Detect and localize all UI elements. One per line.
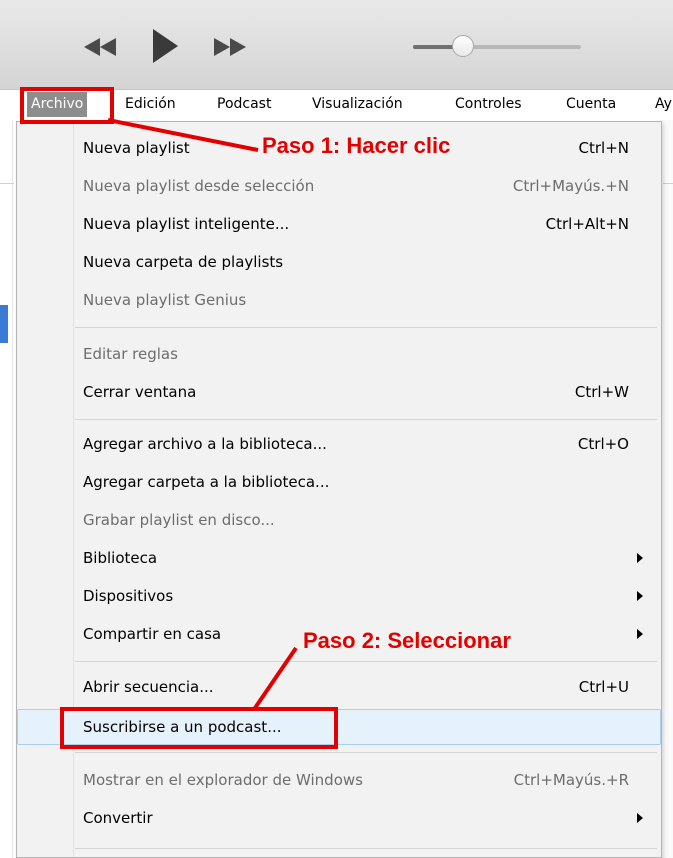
annotation-step1-label: Paso 1: Hacer clic — [262, 133, 451, 158]
menu-item-abrir-secuencia[interactable]: Abrir secuencia... Ctrl+U — [17, 669, 661, 705]
menu-item-dispositivos[interactable]: Dispositivos — [17, 578, 661, 614]
menu-item-label: Agregar carpeta a la biblioteca... — [83, 473, 330, 491]
menu-item-label: Nueva carpeta de playlists — [83, 253, 284, 271]
menu-cuenta[interactable]: Cuenta — [562, 92, 620, 117]
menu-item-label: Grabar playlist en disco... — [83, 511, 275, 529]
menu-podcast[interactable]: Podcast — [213, 92, 275, 117]
menu-separator — [75, 848, 657, 849]
menu-item-label: Nueva playlist — [83, 139, 190, 157]
menu-item-convertir[interactable]: Convertir — [17, 800, 661, 836]
menu-item-label: Mostrar en el explorador de Windows — [83, 771, 363, 789]
menu-item-label: Cerrar ventana — [83, 383, 197, 401]
volume-slider-fill — [413, 45, 455, 49]
menu-item-nueva-playlist-inteligente[interactable]: Nueva playlist inteligente... Ctrl+Alt+N — [17, 206, 661, 242]
sidebar-selection-edge — [0, 305, 8, 343]
sidebar-edge — [0, 120, 13, 858]
fast-forward-icon[interactable] — [210, 36, 250, 58]
rewind-icon[interactable] — [80, 36, 120, 58]
menu-item-shortcut: Ctrl+Mayús.+N — [512, 177, 629, 195]
annotation-box-archivo — [20, 87, 114, 124]
menu-item-label: Convertir — [83, 809, 153, 827]
menu-item-editar-reglas: Editar reglas — [17, 336, 661, 372]
menu-item-label: Nueva playlist desde selección — [83, 177, 315, 195]
menu-item-biblioteca[interactable]: Biblioteca — [17, 540, 661, 576]
menu-item-grabar-playlist: Grabar playlist en disco... — [17, 502, 661, 538]
menu-item-shortcut: Ctrl+W — [574, 383, 629, 401]
menu-item-label: Nueva playlist Genius — [83, 291, 247, 309]
menu-item-label: Nueva playlist inteligente... — [83, 215, 290, 233]
annotation-box-suscribirse — [60, 707, 338, 749]
player-toolbar — [0, 0, 673, 90]
submenu-arrow-icon — [637, 553, 643, 563]
menu-item-shortcut: Ctrl+U — [578, 678, 629, 696]
menu-item-nueva-playlist-genius: Nueva playlist Genius — [17, 282, 661, 318]
menu-visualizacion[interactable]: Visualización — [308, 92, 407, 117]
menu-item-label: Editar reglas — [83, 345, 178, 363]
menu-item-label: Compartir en casa — [83, 625, 222, 643]
menu-controles[interactable]: Controles — [451, 92, 526, 117]
content-edge — [662, 120, 673, 858]
menu-item-shortcut: Ctrl+Mayús.+R — [513, 771, 629, 789]
menu-separator — [75, 661, 657, 662]
menu-separator — [75, 327, 657, 328]
menu-item-shortcut: Ctrl+N — [578, 139, 629, 157]
menu-separator — [75, 419, 657, 420]
menu-item-agregar-archivo[interactable]: Agregar archivo a la biblioteca... Ctrl+… — [17, 426, 661, 462]
menu-item-agregar-carpeta[interactable]: Agregar carpeta a la biblioteca... — [17, 464, 661, 500]
menu-item-cerrar-ventana[interactable]: Cerrar ventana Ctrl+W — [17, 374, 661, 410]
volume-slider-knob[interactable] — [452, 35, 474, 57]
menu-item-mostrar-en-explorador: Mostrar en el explorador de Windows Ctrl… — [17, 762, 661, 798]
menu-item-shortcut: Ctrl+Alt+N — [545, 215, 629, 233]
menu-item-shortcut: Ctrl+O — [577, 435, 629, 453]
menu-ayuda[interactable]: Ay — [651, 92, 673, 117]
menu-item-label: Dispositivos — [83, 587, 174, 605]
submenu-arrow-icon — [637, 629, 643, 639]
submenu-arrow-icon — [637, 591, 643, 601]
menu-item-nueva-carpeta-de-playlists[interactable]: Nueva carpeta de playlists — [17, 244, 661, 280]
annotation-step2-label: Paso 2: Seleccionar — [303, 628, 511, 653]
menu-item-label: Abrir secuencia... — [83, 678, 214, 696]
background-divider — [0, 183, 14, 184]
menu-item-label: Agregar archivo a la biblioteca... — [83, 435, 327, 453]
play-icon[interactable] — [150, 27, 180, 65]
background-divider — [663, 183, 673, 184]
submenu-arrow-icon — [637, 813, 643, 823]
volume-slider-track[interactable] — [413, 45, 581, 49]
menu-edicion[interactable]: Edición — [121, 92, 180, 117]
menu-separator — [75, 752, 657, 753]
menu-item-nueva-playlist-desde-seleccion: Nueva playlist desde selección Ctrl+Mayú… — [17, 168, 661, 204]
menu-item-label: Biblioteca — [83, 549, 158, 567]
